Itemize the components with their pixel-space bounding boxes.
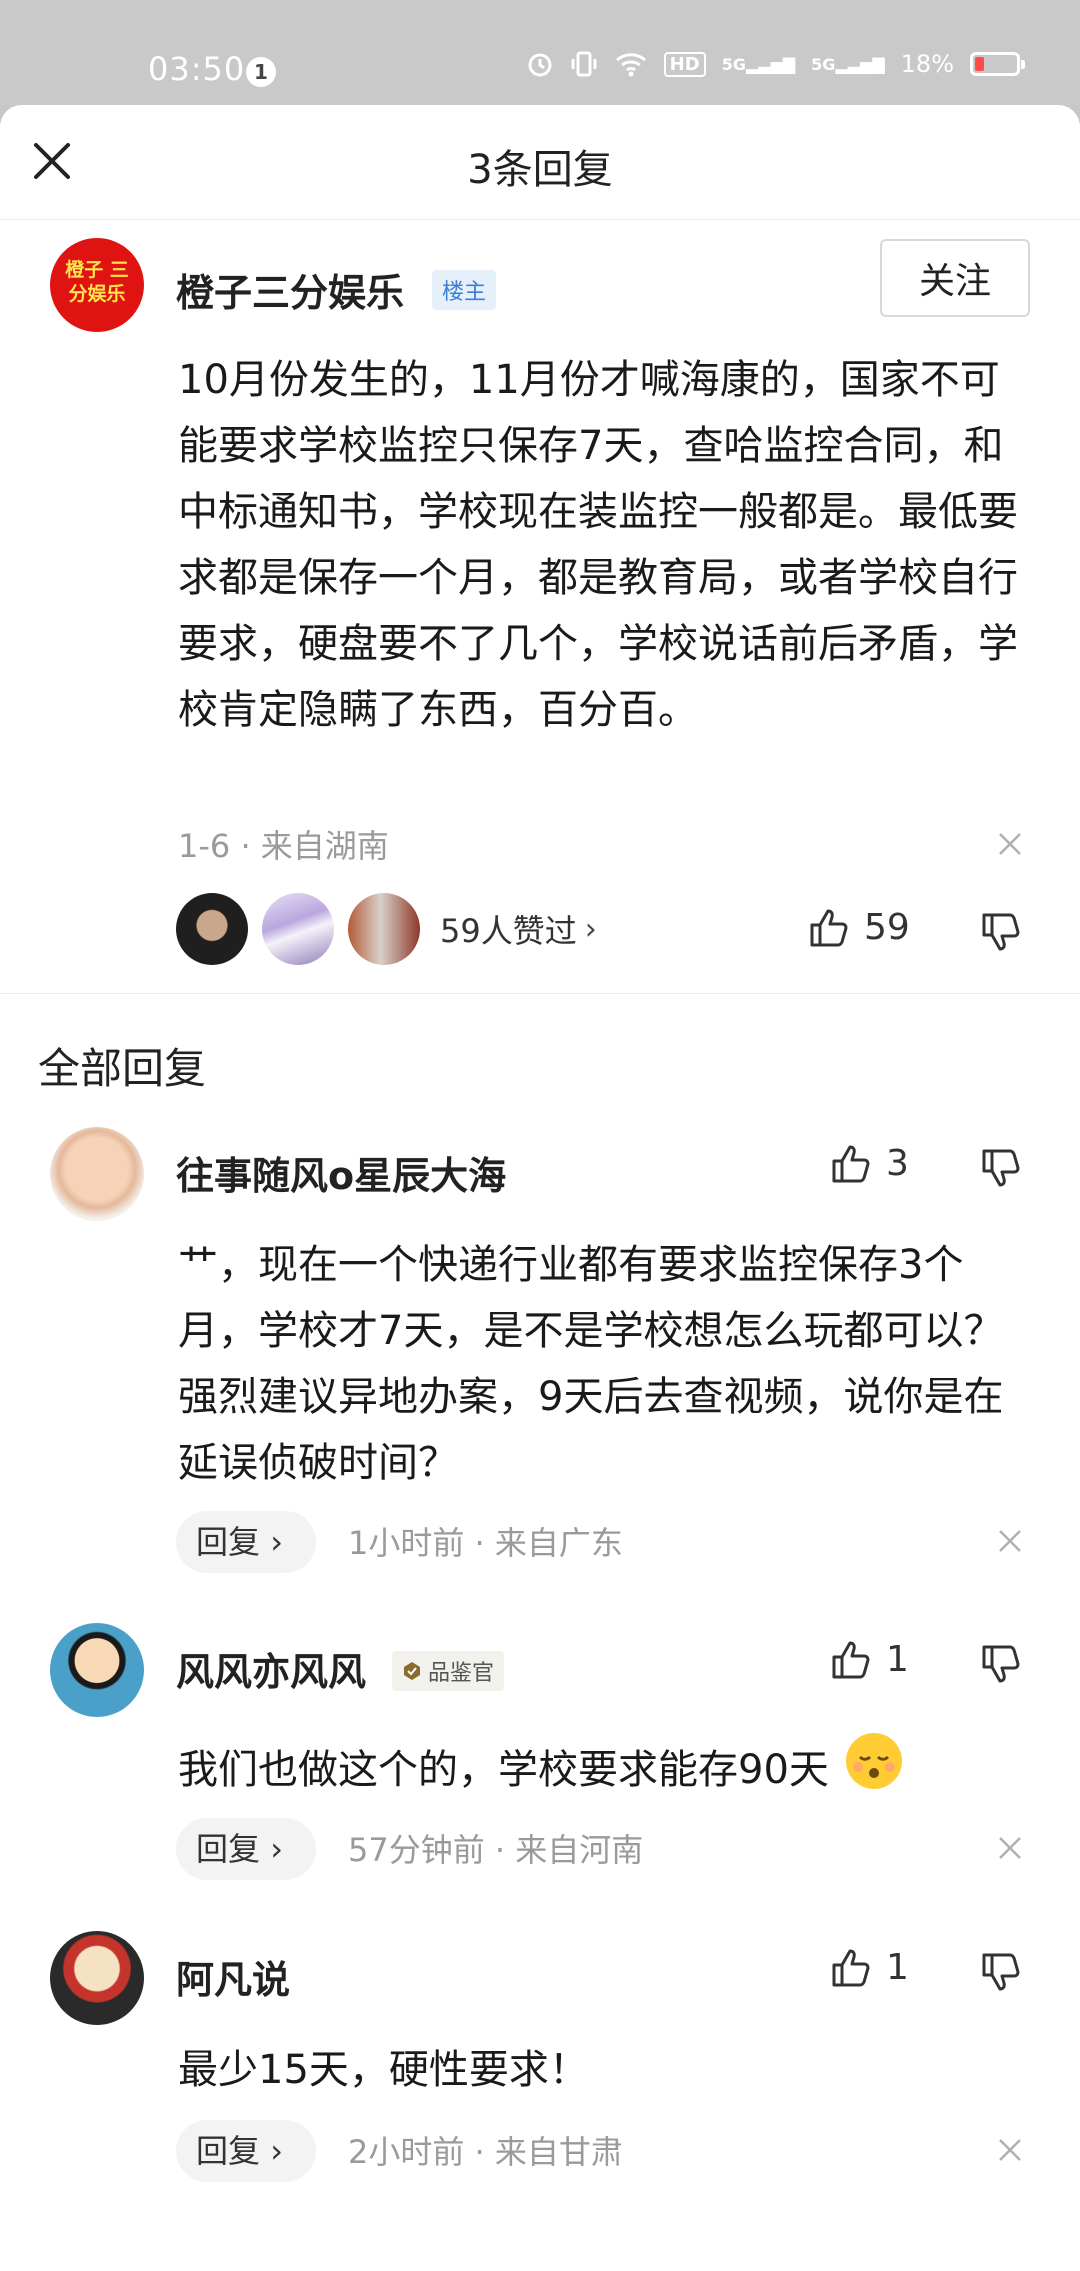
reply-button-label: 回复 [196, 2132, 261, 2170]
dismiss-icon[interactable] [995, 1526, 1025, 1556]
likers-row[interactable]: 59人赞过 › [176, 893, 597, 965]
dismiss-icon[interactable] [995, 1833, 1025, 1863]
medal-icon [404, 1662, 420, 1680]
vibrate-icon [571, 51, 597, 77]
like-count: 3 [886, 1142, 909, 1184]
like-button[interactable]: 3 [828, 1141, 909, 1185]
author-name[interactable]: 阿凡说 [176, 1949, 290, 2004]
liker-avatar [176, 893, 248, 965]
avatar[interactable] [50, 1931, 144, 2025]
thumbs-up-icon [832, 1949, 870, 1987]
chevron-right-icon: › [270, 1830, 283, 1868]
comment-text: 10月份发生的，11月份才喊海康的，国家不可能要求学校监控只保存7天，查哈监控合… [178, 357, 1018, 733]
reply-button[interactable]: 回复 › [176, 1818, 316, 1880]
signal-5g-icon-2: 5G▂▃▅▇ [811, 54, 885, 74]
author-name[interactable]: 风风亦风风 [176, 1641, 366, 1696]
dismiss-icon[interactable] [995, 2135, 1025, 2165]
chevron-right-icon: › [270, 1523, 283, 1561]
like-count: 1 [886, 1946, 909, 1988]
like-button[interactable]: 1 [828, 1637, 909, 1681]
status-icons: HD 5G▂▃▅▇ 5G▂▃▅▇ 18% [526, 50, 1025, 78]
divider [0, 993, 1080, 994]
thumbs-down-icon[interactable] [978, 1951, 1022, 1995]
author-name[interactable]: 往事随风o星辰大海 [176, 1145, 506, 1200]
like-button[interactable]: 59 [806, 905, 910, 949]
avatar-text: 橙子 三分娱乐 [65, 259, 129, 305]
like-count: 1 [886, 1638, 909, 1680]
liker-avatar [348, 893, 420, 965]
sheet-header: 3条回复 [0, 105, 1080, 220]
reply-meta: 57分钟前 · 来自河南 [348, 1831, 644, 1869]
thumbs-up-icon [832, 1641, 870, 1679]
notification-badge: 1 [246, 57, 276, 87]
battery-icon [970, 52, 1025, 76]
avatar[interactable] [50, 1623, 144, 1717]
relieved-face-emoji-icon [845, 1733, 902, 1789]
like-count: 59 [864, 906, 910, 948]
status-badge: 品鉴官 [392, 1651, 505, 1691]
liker-avatar [262, 893, 334, 965]
like-button[interactable]: 1 [828, 1945, 909, 1989]
thumbs-up-icon [810, 909, 848, 947]
reply-button-label: 回复 [196, 1523, 261, 1561]
reply-button-label: 回复 [196, 1830, 261, 1868]
reply-text: 最少15天，硬性要求！ [178, 2047, 589, 2093]
status-time: 03:50 [148, 50, 246, 88]
owner-tag: 楼主 [432, 270, 497, 310]
thumbs-down-icon[interactable] [978, 1643, 1022, 1687]
wifi-icon [615, 53, 646, 77]
sheet-title: 3条回复 [467, 147, 613, 193]
dismiss-icon[interactable] [995, 829, 1025, 859]
avatar[interactable]: 橙子 三分娱乐 [50, 238, 144, 332]
reply-button[interactable]: 回复 › [176, 1511, 316, 1573]
avatar[interactable] [50, 1127, 144, 1221]
alarm-icon [528, 53, 552, 77]
battery-percent: 18% [900, 50, 954, 78]
chevron-right-icon: › [584, 911, 597, 947]
reply-meta: 2小时前 · 来自甘肃 [348, 2133, 623, 2171]
thumbs-up-icon [832, 1145, 870, 1183]
badge-label: 品鉴官 [428, 1661, 495, 1686]
reply-text: 艹，现在一个快递行业都有要求监控保存3个月，学校才7天，是不是学校想怎么玩都可以… [178, 1242, 1004, 1486]
section-title: 全部回复 [38, 1044, 207, 1093]
reply-button[interactable]: 回复 › [176, 2120, 316, 2182]
signal-5g-icon: 5G▂▃▅▇ [721, 54, 796, 74]
chevron-right-icon: › [270, 2132, 283, 2170]
follow-button[interactable]: 关注 [880, 239, 1030, 317]
reply-meta: 1小时前 · 来自广东 [348, 1524, 623, 1562]
status-bar: 03:50 1 HD 5G▂▃▅▇ 5G▂▃▅▇ 18% [0, 0, 1080, 105]
comment-meta: 1-6 · 来自湖南 [178, 827, 389, 865]
thumbs-down-icon[interactable] [978, 1147, 1022, 1191]
thumbs-down-icon[interactable] [978, 911, 1022, 955]
replies-sheet: 3条回复 橙子 三分娱乐 橙子三分娱乐 楼主 关注 10月份发生的，11月份才喊… [0, 105, 1080, 2271]
reply-text: 我们也做这个的，学校要求能存90天 [178, 1729, 1018, 1803]
likers-count-text: 59人赞过 [440, 912, 577, 950]
reply-text-content: 我们也做这个的，学校要求能存90天 [178, 1747, 829, 1793]
author-name[interactable]: 橙子三分娱乐 [176, 262, 404, 317]
hd-icon: HD [663, 51, 706, 77]
